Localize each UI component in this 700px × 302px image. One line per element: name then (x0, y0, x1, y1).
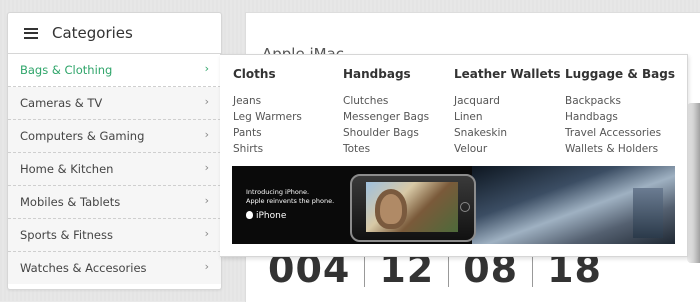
menu-column-cloths: Cloths Jeans Leg Warmers Pants Shirts (233, 67, 345, 157)
category-label: Bags & Clothing (20, 63, 113, 77)
menu-column-luggage-bags: Luggage & Bags Backpacks Handbags Travel… (565, 67, 677, 157)
menu-column-handbags: Handbags Clutches Messenger Bags Shoulde… (343, 67, 455, 157)
column-heading[interactable]: Cloths (233, 67, 345, 81)
iphone-promo-banner[interactable]: Introducing iPhone. Apple reinvents the … (232, 166, 675, 244)
category-item-mobiles-tablets[interactable]: Mobiles & Tablets › (8, 186, 221, 219)
countdown-divider (364, 256, 366, 287)
category-item-cameras-tv[interactable]: Cameras & TV › (8, 87, 221, 120)
chevron-right-icon: › (204, 127, 209, 141)
menu-link[interactable]: Snakeskin (454, 125, 566, 141)
banner-brand: iPhone (246, 211, 286, 221)
menu-link[interactable]: Backpacks (565, 93, 677, 109)
banner-background-scene (472, 166, 675, 244)
chevron-right-icon: › (204, 259, 209, 273)
menu-link[interactable]: Linen (454, 109, 566, 125)
menu-link[interactable]: Pants (233, 125, 345, 141)
category-sidebar: Categories Bags & Clothing › Cameras & TV… (7, 12, 222, 290)
category-label: Watches & Accesories (20, 261, 147, 275)
category-item-bags-clothing[interactable]: Bags & Clothing › (8, 54, 221, 87)
menu-icon (24, 27, 38, 39)
category-list: Bags & Clothing › Cameras & TV › Computers… (8, 54, 221, 284)
category-item-sports-fitness[interactable]: Sports & Fitness › (8, 219, 221, 252)
home-button-icon (460, 202, 470, 212)
column-heading[interactable]: Leather Wallets (454, 67, 566, 81)
phone-screen (366, 182, 458, 232)
menu-link[interactable]: Leg Warmers (233, 109, 345, 125)
menu-link[interactable]: Totes (343, 141, 455, 157)
menu-column-leather-wallets: Leather Wallets Jacquard Linen Snakeskin… (454, 67, 566, 157)
category-item-home-kitchen[interactable]: Home & Kitchen › (8, 153, 221, 186)
menu-link[interactable]: Jacquard (454, 93, 566, 109)
column-heading[interactable]: Luggage & Bags (565, 67, 677, 81)
menu-link[interactable]: Clutches (343, 93, 455, 109)
column-heading[interactable]: Handbags (343, 67, 455, 81)
menu-link[interactable]: Travel Accessories (565, 125, 677, 141)
apple-logo-icon (246, 211, 253, 219)
countdown-divider (448, 256, 450, 287)
category-label: Sports & Fitness (20, 228, 113, 242)
category-label: Mobiles & Tablets (20, 195, 121, 209)
chevron-right-icon: › (204, 193, 209, 207)
menu-link[interactable]: Messenger Bags (343, 109, 455, 125)
menu-link[interactable]: Handbags (565, 109, 677, 125)
chevron-right-icon: › (204, 226, 209, 240)
menu-link[interactable]: Wallets & Holders (565, 141, 677, 157)
category-item-watches-accessories[interactable]: Watches & Accesories › (8, 252, 221, 284)
menu-link[interactable]: Shoulder Bags (343, 125, 455, 141)
chevron-right-icon: › (204, 160, 209, 174)
category-label: Computers & Gaming (20, 129, 145, 143)
category-item-computers-gaming[interactable]: Computers & Gaming › (8, 120, 221, 153)
product-image-edge (687, 103, 700, 263)
menu-link[interactable]: Shirts (233, 141, 345, 157)
menu-link[interactable]: Velour (454, 141, 566, 157)
banner-tagline: Introducing iPhone. Apple reinvents the … (246, 188, 335, 205)
sidebar-header[interactable]: Categories (8, 13, 221, 54)
menu-link[interactable]: Jeans (233, 93, 345, 109)
sidebar-title: Categories (52, 24, 133, 42)
iphone-image (350, 174, 476, 242)
category-label: Cameras & TV (20, 96, 103, 110)
chevron-right-icon: › (204, 94, 209, 108)
category-label: Home & Kitchen (20, 162, 114, 176)
chevron-right-icon: › (204, 61, 209, 75)
mega-menu-dropdown: Cloths Jeans Leg Warmers Pants Shirts Ha… (220, 54, 688, 257)
countdown-divider (532, 256, 534, 287)
